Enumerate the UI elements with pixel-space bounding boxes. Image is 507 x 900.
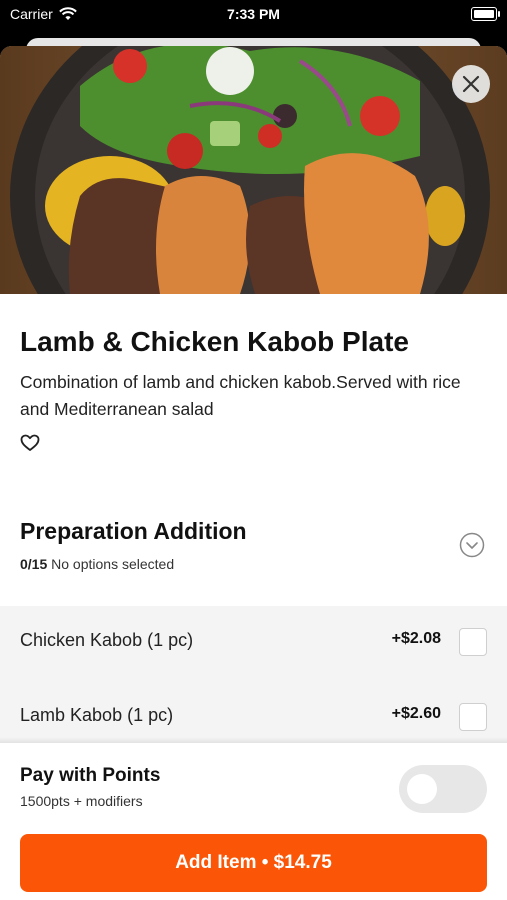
option-row[interactable]: Chicken Kabob (1 pc) +$2.08	[0, 606, 507, 681]
item-title: Lamb & Chicken Kabob Plate	[20, 326, 409, 357]
close-button[interactable]	[452, 65, 490, 103]
section-title: Preparation Addition	[20, 518, 247, 544]
favorite-button[interactable]	[20, 434, 40, 457]
section-subtitle: 0/15 No options selected	[20, 556, 174, 572]
battery-icon	[471, 7, 500, 21]
option-price: +$2.60	[391, 705, 441, 722]
points-title: Pay with Points	[20, 765, 161, 786]
chevron-down-icon	[459, 532, 485, 558]
toggle-knob	[407, 774, 437, 804]
option-name: Lamb Kabob (1 pc)	[20, 705, 174, 725]
points-toggle[interactable]	[399, 765, 487, 813]
option-checkbox[interactable]	[459, 628, 487, 656]
item-description: Combination of lamb and chicken kabob.Se…	[20, 372, 461, 419]
selection-count: 0/15	[20, 556, 48, 572]
item-photo	[0, 46, 507, 294]
selection-status: No options selected	[51, 556, 175, 572]
option-name: Chicken Kabob (1 pc)	[20, 630, 194, 650]
option-price: +$2.08	[391, 630, 441, 647]
status-time: 7:33 PM	[227, 6, 280, 22]
points-subtitle: 1500pts + modifiers	[20, 793, 143, 809]
status-bar: Carrier 7:33 PM	[0, 0, 507, 30]
option-checkbox[interactable]	[459, 703, 487, 731]
item-detail-sheet: Lamb & Chicken Kabob Plate Combination o…	[0, 46, 507, 900]
heart-icon	[20, 434, 40, 451]
food-image	[0, 46, 507, 294]
add-item-button[interactable]: Add Item • $14.75	[20, 834, 487, 892]
checkout-bar: Pay with Points 1500pts + modifiers Add …	[0, 737, 507, 900]
section-toggle[interactable]	[459, 532, 485, 563]
close-icon	[462, 75, 480, 93]
